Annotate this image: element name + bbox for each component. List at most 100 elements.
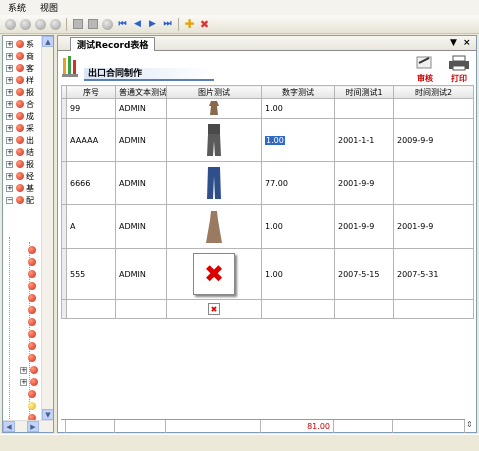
tree-item[interactable]: + 基 bbox=[3, 182, 34, 194]
cell-no[interactable]: AAAAA bbox=[66, 117, 116, 163]
cell-date2[interactable] bbox=[393, 161, 474, 206]
first-record-icon[interactable]: ⏮ bbox=[116, 18, 129, 31]
delete-icon[interactable] bbox=[101, 18, 114, 31]
forward-icon[interactable] bbox=[34, 18, 47, 31]
cell-text[interactable]: ADMIN bbox=[115, 204, 167, 249]
cell-image[interactable] bbox=[166, 117, 262, 163]
tree-child-item[interactable] bbox=[25, 268, 36, 280]
expand-toggle-icon[interactable]: + bbox=[6, 88, 13, 96]
table-row[interactable]: 6666 ADMIN 77.00 2001-9-9 bbox=[61, 161, 474, 206]
expand-toggle-icon[interactable]: + bbox=[6, 52, 13, 60]
column-header[interactable]: 普通文本测试 bbox=[115, 85, 167, 99]
tree-item[interactable]: + 经 bbox=[3, 170, 34, 182]
cell-image[interactable]: ✖ bbox=[166, 247, 262, 301]
tree-item[interactable]: + 系 bbox=[3, 38, 34, 50]
tree-child-item[interactable] bbox=[25, 328, 36, 340]
cell-date2[interactable]: 2001-9-9 bbox=[393, 204, 474, 249]
expand-toggle-icon[interactable]: + bbox=[20, 366, 27, 374]
tab-close-icon[interactable]: × bbox=[463, 38, 471, 48]
expand-toggle-icon[interactable]: − bbox=[6, 196, 13, 204]
cell-date1[interactable]: 2007-5-15 bbox=[334, 247, 394, 301]
tree-child-item[interactable] bbox=[25, 340, 36, 352]
tree-item[interactable]: + 商 bbox=[3, 50, 34, 62]
cell-text[interactable]: ADMIN bbox=[115, 98, 167, 119]
selected-number[interactable]: 1.00 bbox=[265, 135, 285, 145]
expand-toggle-icon[interactable]: + bbox=[6, 148, 13, 156]
expand-toggle-icon[interactable]: + bbox=[6, 40, 13, 48]
cell-number[interactable] bbox=[261, 299, 335, 319]
cell-number[interactable]: 1.00 bbox=[261, 204, 335, 249]
cell-text[interactable]: ADMIN bbox=[115, 247, 167, 301]
table-row[interactable]: ✖ bbox=[61, 299, 474, 319]
cell-number[interactable]: 1.00 bbox=[261, 247, 335, 301]
cell-number[interactable]: 77.00 bbox=[261, 161, 335, 206]
tree-child-item[interactable] bbox=[25, 304, 36, 316]
tab-record-table[interactable]: 测试Record表格 bbox=[70, 37, 156, 51]
cell-date2[interactable] bbox=[393, 299, 474, 319]
tree-child-item[interactable] bbox=[25, 316, 36, 328]
cell-image[interactable] bbox=[166, 98, 262, 119]
copy-icon[interactable] bbox=[86, 18, 99, 31]
print-button[interactable]: 打印 bbox=[444, 55, 474, 83]
tree-item[interactable]: + 报 bbox=[3, 158, 34, 170]
cell-date1[interactable] bbox=[334, 98, 394, 119]
cell-number[interactable]: 1.00 bbox=[261, 98, 335, 119]
cell-date2[interactable]: 2007-5-31 bbox=[393, 247, 474, 301]
table-row[interactable]: 555 ADMIN ✖ 1.00 2007-5-15 2007-5-31 bbox=[61, 247, 474, 301]
cell-text[interactable] bbox=[115, 299, 167, 319]
cell-image[interactable]: ✖ bbox=[166, 299, 262, 319]
cell-no[interactable]: A bbox=[66, 204, 116, 249]
tree-child-item[interactable] bbox=[25, 244, 36, 256]
column-header[interactable]: 时间测试1 bbox=[334, 85, 394, 99]
scroll-down-icon[interactable]: ▼ bbox=[42, 409, 53, 420]
tree-child-item[interactable]: + bbox=[17, 364, 38, 376]
menu-view[interactable]: 视图 bbox=[40, 1, 58, 14]
tab-menu-icon[interactable]: ▼ bbox=[450, 38, 457, 48]
cell-number[interactable]: 1.00 bbox=[261, 117, 335, 163]
last-icon[interactable] bbox=[49, 18, 62, 31]
cell-date2[interactable] bbox=[393, 98, 474, 119]
tree-item[interactable]: − 配 bbox=[3, 194, 34, 206]
expand-toggle-icon[interactable]: + bbox=[6, 172, 13, 180]
expand-toggle-icon[interactable]: + bbox=[6, 184, 13, 192]
tree-item[interactable]: + 客 bbox=[3, 62, 34, 74]
tree-item[interactable]: + 结 bbox=[3, 146, 34, 158]
tree-child-item[interactable] bbox=[25, 388, 36, 400]
tree-item[interactable]: + 出 bbox=[3, 134, 34, 146]
tree-item[interactable]: + 合 bbox=[3, 98, 34, 110]
expand-toggle-icon[interactable]: + bbox=[6, 100, 13, 108]
column-header[interactable]: 数字测试 bbox=[261, 85, 335, 99]
cell-no[interactable]: 555 bbox=[66, 247, 116, 301]
last-record-icon[interactable]: ⏭ bbox=[161, 18, 174, 31]
expand-toggle-icon[interactable]: + bbox=[6, 112, 13, 120]
table-row[interactable]: A ADMIN 1.00 2001-9-9 2001-9-9 bbox=[61, 204, 474, 249]
tree-item[interactable]: + 样 bbox=[3, 74, 34, 86]
expand-toggle-icon[interactable]: + bbox=[20, 378, 27, 386]
remove-icon[interactable]: ✖ bbox=[198, 18, 211, 31]
tree-horizontal-scrollbar[interactable]: ◀ ▶ bbox=[3, 420, 53, 432]
cell-date1[interactable]: 2001-9-9 bbox=[334, 161, 394, 206]
cell-date1[interactable]: 2001-9-9 bbox=[334, 204, 394, 249]
first-icon[interactable] bbox=[4, 18, 17, 31]
expand-toggle-icon[interactable]: + bbox=[6, 160, 13, 168]
tree-child-item[interactable] bbox=[25, 256, 36, 268]
table-row[interactable]: AAAAA ADMIN 1.00 2001-1-1 2009-9-9 bbox=[61, 117, 474, 163]
expand-toggle-icon[interactable]: + bbox=[6, 76, 13, 84]
cell-image[interactable] bbox=[166, 204, 262, 249]
column-header[interactable]: 序号 bbox=[66, 85, 116, 99]
tree-child-item[interactable] bbox=[25, 280, 36, 292]
tree-child-item[interactable] bbox=[25, 400, 36, 412]
cell-date1[interactable]: 2001-1-1 bbox=[334, 117, 394, 163]
next-record-icon[interactable]: ▶ bbox=[146, 18, 159, 31]
add-icon[interactable]: ✚ bbox=[183, 17, 196, 31]
cell-no[interactable]: 99 bbox=[66, 98, 116, 119]
footer-scroll-icon[interactable]: ⇕ bbox=[466, 420, 475, 431]
cell-no[interactable]: 6666 bbox=[66, 161, 116, 206]
prev-record-icon[interactable]: ◀ bbox=[131, 18, 144, 31]
cell-text[interactable]: ADMIN bbox=[115, 161, 167, 206]
tree-child-item[interactable] bbox=[25, 352, 36, 364]
scroll-right-icon[interactable]: ▶ bbox=[27, 421, 39, 432]
tree-item[interactable]: + 成 bbox=[3, 110, 34, 122]
expand-toggle-icon[interactable]: + bbox=[6, 124, 13, 132]
cell-date1[interactable] bbox=[334, 299, 394, 319]
